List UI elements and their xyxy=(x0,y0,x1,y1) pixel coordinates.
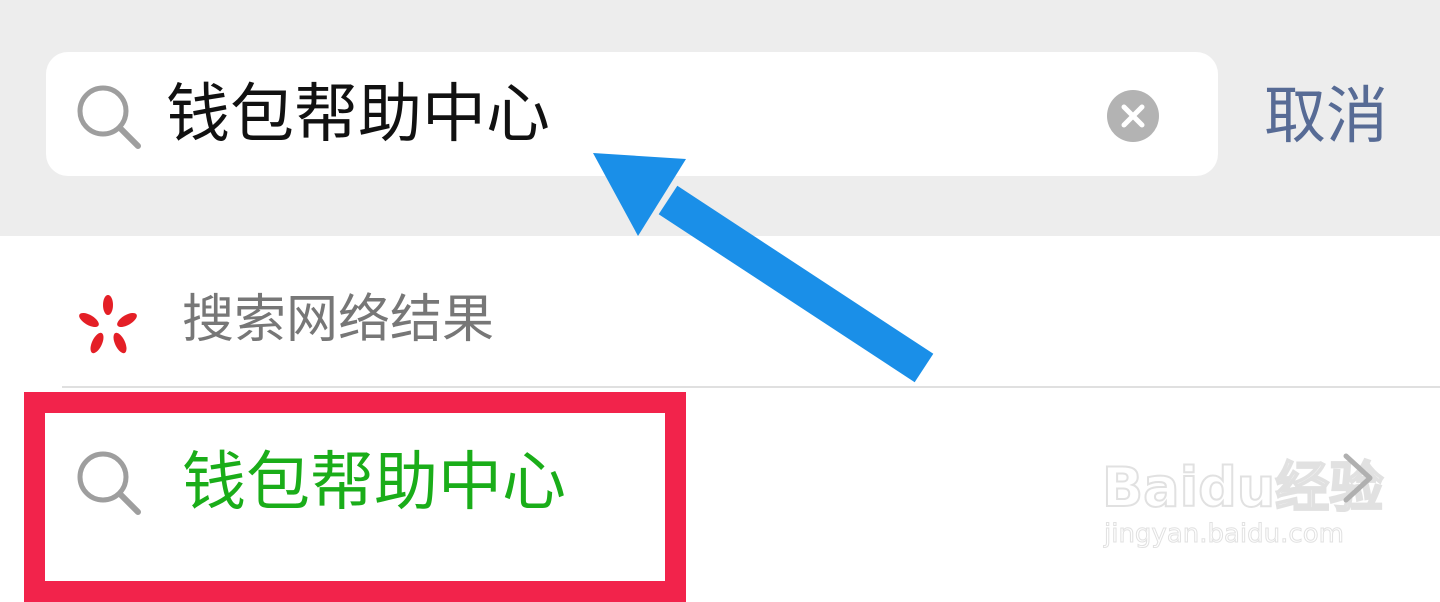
clear-icon[interactable] xyxy=(1106,89,1160,143)
search-icon xyxy=(77,85,141,149)
chevron-right-icon xyxy=(1343,453,1373,503)
search-icon xyxy=(77,451,141,515)
search-query-text[interactable]: 钱包帮助中心 xyxy=(166,72,550,158)
web-search-label: 搜索网络结果 xyxy=(182,290,495,350)
cancel-button[interactable]: 取消 xyxy=(1264,76,1388,156)
suggestion-label[interactable]: 钱包帮助中心 xyxy=(182,440,566,526)
web-search-icon xyxy=(79,295,137,354)
